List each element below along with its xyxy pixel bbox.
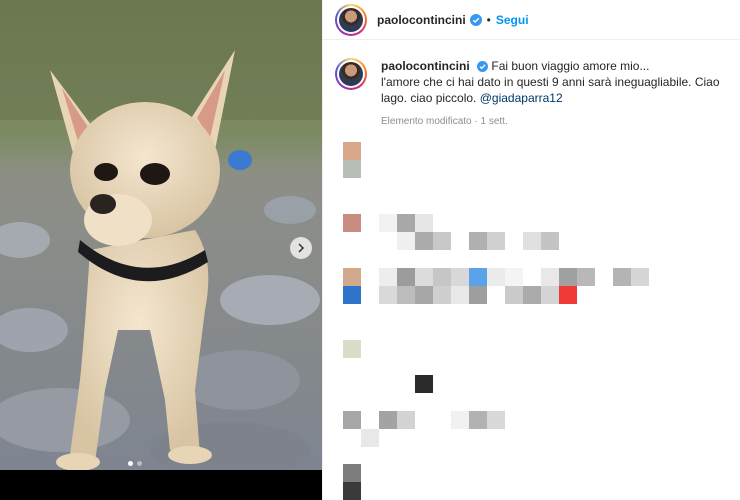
pixel (379, 214, 397, 232)
comment-avatar (343, 464, 361, 482)
pixelated-comments (323, 0, 740, 500)
comment-avatar (343, 142, 361, 160)
pixel (577, 268, 595, 286)
pixel (415, 375, 433, 393)
pixel (451, 286, 469, 304)
post-photo (0, 0, 322, 484)
pixel (613, 268, 631, 286)
pixel (631, 268, 649, 286)
comment-avatar (343, 268, 361, 286)
instagram-post: paolocontincini • Segui paolocontincini … (0, 0, 740, 500)
pixel (397, 411, 415, 429)
pixel (397, 214, 415, 232)
pixel (541, 286, 559, 304)
comment-avatar (343, 482, 361, 500)
pixel (541, 232, 559, 250)
pixel (487, 268, 505, 286)
pixel (415, 214, 433, 232)
pixel (397, 286, 415, 304)
pixel (469, 286, 487, 304)
comment-avatar (343, 214, 361, 232)
carousel-dot-active (128, 461, 133, 466)
pixel (433, 286, 451, 304)
pixel (451, 411, 469, 429)
pixel (415, 286, 433, 304)
carousel-dots (128, 461, 142, 466)
comment-avatar (343, 286, 361, 304)
pixel (559, 268, 577, 286)
carousel-dot (137, 461, 142, 466)
pixel (451, 268, 469, 286)
pixel (523, 286, 541, 304)
carousel-next-button[interactable] (290, 237, 312, 259)
pixel (469, 232, 487, 250)
pixel (415, 232, 433, 250)
comment-avatar (343, 411, 361, 429)
post-media[interactable] (0, 0, 322, 500)
pixel (379, 411, 397, 429)
pixel (559, 286, 577, 304)
post-side-panel: paolocontincini • Segui paolocontincini … (322, 0, 740, 500)
pixel (379, 286, 397, 304)
pixel (397, 232, 415, 250)
pixel (397, 268, 415, 286)
chevron-right-icon (298, 243, 305, 253)
pixel (433, 232, 451, 250)
pixel (469, 411, 487, 429)
pixel (505, 286, 523, 304)
comment-avatar (343, 160, 361, 178)
pixel (469, 268, 487, 286)
comment-avatar (343, 340, 361, 358)
pixel (523, 232, 541, 250)
pixel (505, 268, 523, 286)
pixel (415, 268, 433, 286)
pixel (541, 268, 559, 286)
pixel (487, 411, 505, 429)
pixel (379, 268, 397, 286)
pixel (361, 429, 379, 447)
pixel (433, 268, 451, 286)
pixel (487, 232, 505, 250)
